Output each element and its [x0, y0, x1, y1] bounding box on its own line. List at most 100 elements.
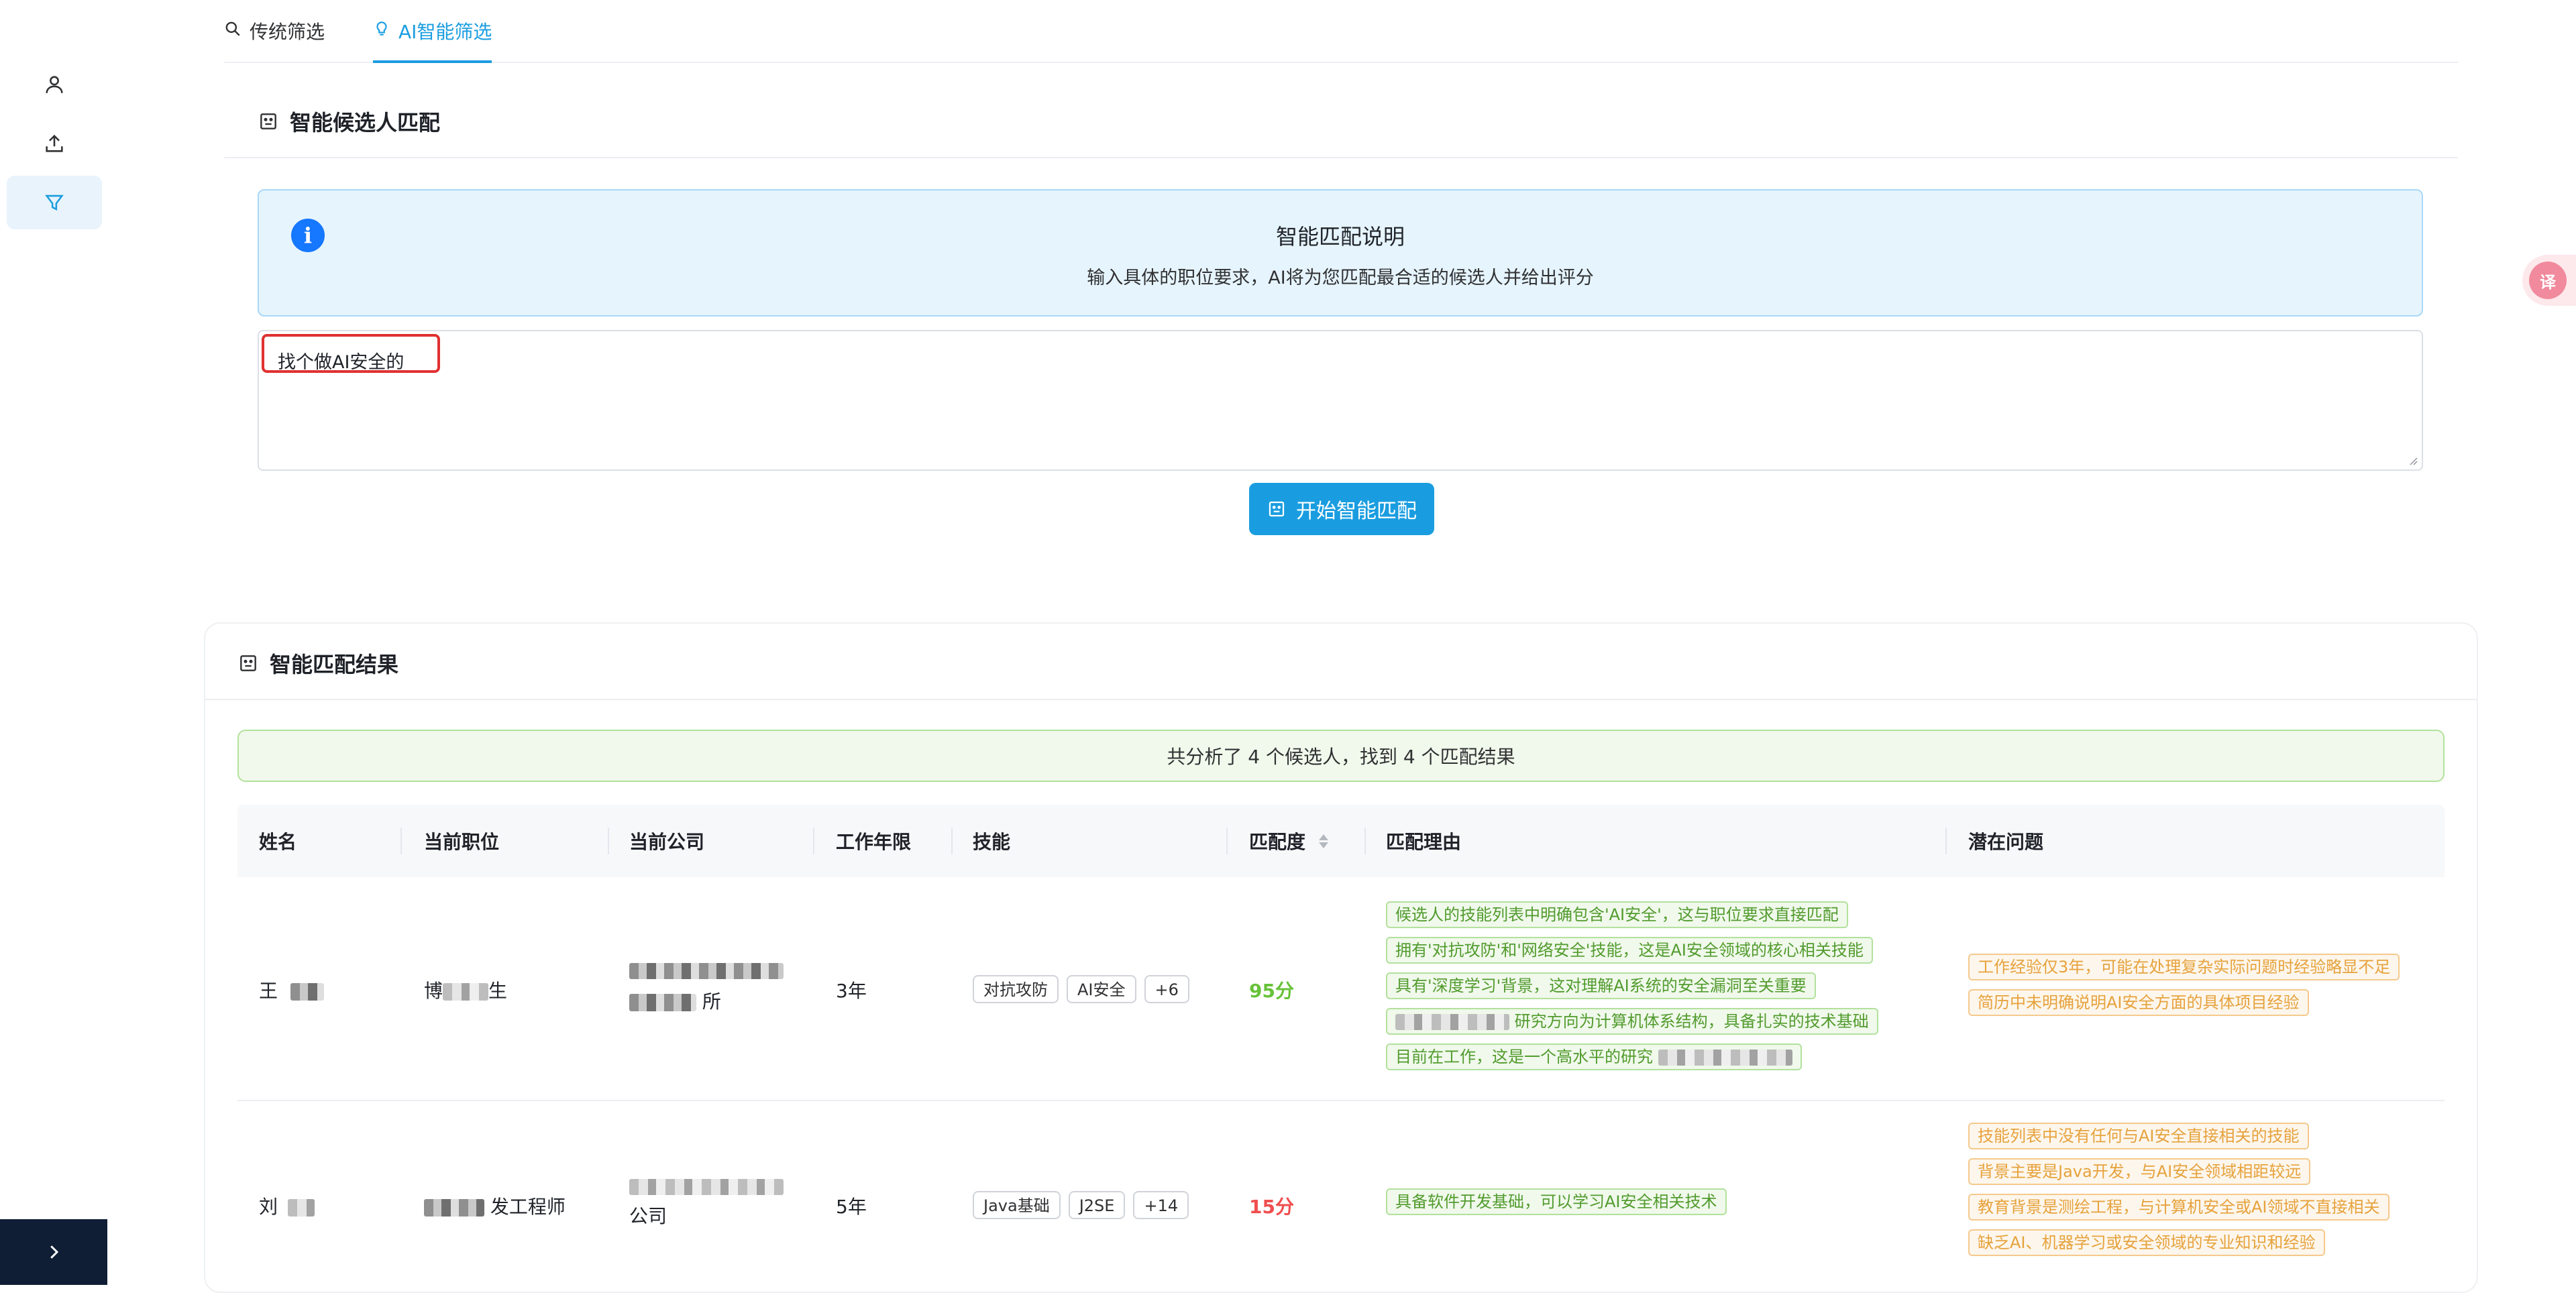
search-icon: [225, 21, 240, 36]
match-reason-tag: 候选人的技能列表中明确包含'AI安全'，这与职位要求直接匹配: [1386, 901, 1848, 928]
column-header-name: 姓名: [259, 831, 297, 853]
skill-tags: 对抗攻防 AI安全 +6: [973, 975, 1197, 1003]
robot-icon: [240, 655, 256, 671]
resize-handle-icon[interactable]: [2408, 456, 2418, 465]
chevron-right-icon: [50, 1245, 59, 1259]
candidate-position: 博生: [424, 976, 507, 1003]
company-text: 所: [702, 991, 721, 1013]
candidate-company: 公司: [629, 1179, 784, 1229]
issue-tag: 教育背景是测绘工程，与计算机安全或AI领域不直接相关: [1968, 1194, 2390, 1221]
redacted-mask: [290, 983, 324, 1001]
match-score: 15分: [1249, 1196, 1294, 1218]
translate-float-button[interactable]: 译: [2522, 255, 2576, 306]
column-header-reasons: 匹配理由: [1386, 831, 1462, 853]
column-header-issues: 潜在问题: [1968, 831, 2044, 853]
match-reason-tag: 具备软件开发基础，可以学习AI安全相关技术: [1386, 1188, 1727, 1215]
sidebar-collapse-button[interactable]: [0, 1219, 107, 1285]
match-reason-text: 目前在工作，这是一个高水平的研究: [1395, 1048, 1653, 1066]
tab-label: AI智能筛选: [398, 21, 492, 43]
match-reason-tag: 研究方向为计算机体系结构，具备扎实的技术基础: [1386, 1008, 1878, 1035]
column-separator: [813, 828, 814, 854]
results-summary: 共分析了 4 个候选人，找到 4 个匹配结果: [237, 730, 2445, 782]
match-reason-tag: 目前在工作，这是一个高水平的研究: [1386, 1043, 1802, 1070]
filter-icon: [45, 194, 64, 211]
requirement-input[interactable]: [262, 334, 2418, 465]
column-header-score[interactable]: 匹配度: [1249, 805, 1329, 877]
issue-tag: 技能列表中没有任何与AI安全直接相关的技能: [1968, 1123, 2309, 1149]
tab-traditional-filter[interactable]: 传统筛选: [224, 17, 325, 62]
match-reason-text: 研究方向为计算机体系结构，具备扎实的技术基础: [1514, 1012, 1869, 1031]
position-suffix: 生: [488, 980, 508, 1002]
table-header: 姓名 当前职位 当前公司 工作年限 技能 匹配度 匹配理由 潜在问题: [237, 805, 2445, 877]
results-title-text: 智能匹配结果: [270, 652, 399, 677]
column-separator: [400, 828, 402, 854]
column-separator: [1364, 828, 1366, 854]
candidate-name-text: 王: [259, 980, 278, 1002]
tab-label: 传统筛选: [250, 21, 325, 43]
column-separator: [951, 828, 953, 854]
match-score: 95分: [1249, 980, 1294, 1002]
candidate-position: 发工程师: [424, 1192, 566, 1219]
column-header-years: 工作年限: [836, 831, 912, 853]
divider: [224, 157, 2458, 158]
filter-tabs: 传统筛选 AI智能筛选: [224, 0, 2458, 63]
table-row[interactable]: 刘 发工程师 公司 5年 Java基础 J2SE +14 15分 具备软件开发基础，…: [237, 1100, 2445, 1301]
redacted-mask: [1395, 1014, 1509, 1030]
company-text: 公司: [629, 1205, 667, 1227]
divider: [205, 699, 2477, 700]
robot-icon: [260, 113, 276, 129]
redacted-mask: [629, 1179, 784, 1195]
column-separator: [1226, 828, 1228, 854]
start-matching-button[interactable]: 开始智能匹配: [1249, 483, 1434, 535]
column-separator: [608, 828, 609, 854]
column-separator: [1945, 828, 1947, 854]
skill-more-tag[interactable]: +6: [1144, 975, 1189, 1003]
match-reason-tag: 拥有'对抗攻防'和'网络安全'技能，这是AI安全领域的核心相关技能: [1386, 937, 1873, 964]
column-header-skills: 技能: [973, 831, 1011, 853]
sidebar-item-filter[interactable]: [7, 176, 102, 229]
candidate-years: 5年: [836, 1196, 867, 1218]
info-description: 输入具体的职位要求，AI将为您匹配最合适的候选人并给出评分: [1087, 268, 1594, 288]
position-prefix: 博: [424, 980, 443, 1002]
matching-title: 智能候选人匹配: [258, 106, 440, 137]
skill-tags: Java基础 J2SE +14: [973, 1191, 1197, 1219]
table-row[interactable]: 王 博生 所 3年 对抗攻防 AI安全 +6 95分 候选人的技能列表中明确包含'A…: [237, 877, 2445, 1101]
skill-tag: AI安全: [1067, 975, 1136, 1003]
sidebar: [0, 0, 107, 1285]
issue-tag: 简历中未明确说明AI安全方面的具体项目经验: [1968, 989, 2309, 1016]
issue-tag: 背景主要是Java开发，与AI安全领域相距较远: [1968, 1158, 2311, 1185]
redacted-mask: [629, 994, 696, 1011]
bulb-icon: [376, 21, 387, 36]
column-header-company: 当前公司: [629, 831, 705, 853]
robot-icon: [1269, 501, 1285, 517]
sidebar-item-upload[interactable]: [7, 117, 102, 170]
skill-tag: J2SE: [1068, 1191, 1126, 1219]
column-header-score-label: 匹配度: [1249, 831, 1306, 853]
candidate-company: 所: [629, 963, 784, 1014]
candidate-name: 刘: [259, 1192, 315, 1219]
skill-more-tag[interactable]: +14: [1133, 1191, 1189, 1219]
candidate-name-text: 刘: [259, 1196, 278, 1218]
upload-icon: [46, 134, 63, 152]
tab-ai-filter[interactable]: AI智能筛选: [373, 17, 492, 63]
user-icon: [46, 76, 63, 93]
matching-title-text: 智能候选人匹配: [290, 110, 441, 135]
candidate-years: 3年: [836, 980, 867, 1002]
redacted-mask: [1658, 1050, 1792, 1066]
info-title: 智能匹配说明: [1275, 224, 1405, 249]
position-text: 发工程师: [490, 1196, 566, 1218]
requirement-field: [258, 330, 2423, 471]
translate-icon: 译: [2529, 262, 2567, 299]
candidate-name: 王: [259, 976, 324, 1003]
match-reason-tag: 具有'深度学习'背景，这对理解AI系统的安全漏洞至关重要: [1386, 972, 1816, 999]
redacted-mask: [287, 1199, 315, 1217]
column-header-position: 当前职位: [424, 831, 500, 853]
info-alert: i 智能匹配说明 输入具体的职位要求，AI将为您匹配最合适的候选人并给出评分: [258, 189, 2423, 317]
skill-tag: Java基础: [973, 1191, 1061, 1219]
start-matching-label: 开始智能匹配: [1296, 500, 1417, 523]
sort-icon[interactable]: [1319, 834, 1329, 848]
results-title: 智能匹配结果: [237, 648, 398, 679]
issue-tag: 工作经验仅3年，可能在处理复杂实际问题时经验略显不足: [1968, 954, 2400, 980]
issue-tag: 缺乏AI、机器学习或安全领域的专业知识和经验: [1968, 1229, 2325, 1256]
sidebar-item-candidates[interactable]: [7, 58, 102, 111]
